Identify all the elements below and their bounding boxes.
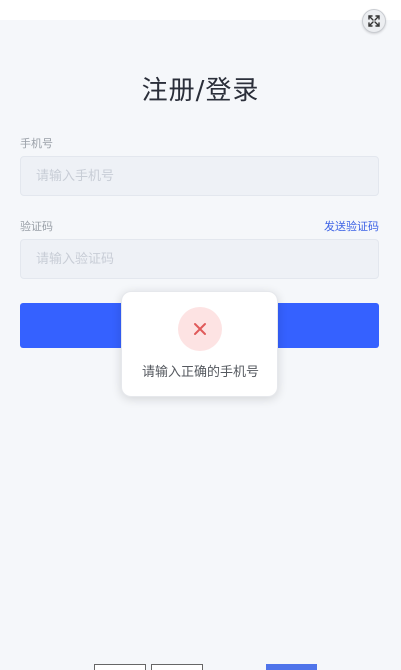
bottom-key-1[interactable] [94, 664, 146, 670]
send-code-link[interactable]: 发送验证码 [324, 218, 379, 234]
expand-arrows-icon [368, 15, 380, 27]
fullscreen-button[interactable] [362, 9, 386, 33]
close-x-icon [194, 323, 206, 335]
phone-label: 手机号 [20, 137, 53, 150]
bottom-key-3[interactable] [266, 664, 317, 670]
toast-message: 请输入正确的手机号 [141, 365, 259, 380]
code-label: 验证码 [20, 220, 53, 233]
phone-input[interactable] [20, 156, 379, 196]
error-toast: 请输入正确的手机号 [121, 291, 278, 397]
page-title: 注册/登录 [141, 76, 260, 106]
error-icon-badge [178, 307, 222, 351]
bottom-key-2[interactable] [151, 664, 203, 670]
top-bar [0, 0, 401, 20]
code-input[interactable] [20, 239, 379, 279]
